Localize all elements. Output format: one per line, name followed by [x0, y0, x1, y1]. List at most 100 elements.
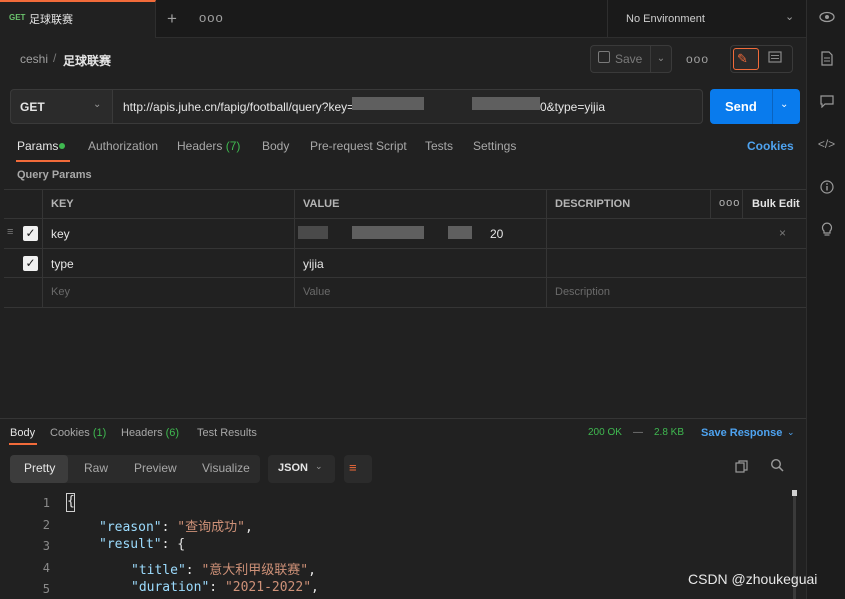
code-line: "result": {: [99, 537, 186, 552]
json-key: "reason": [99, 520, 162, 535]
redacted-block: [352, 226, 424, 239]
line-number: 4: [42, 561, 50, 575]
json-string: "意大利甲级联赛": [201, 563, 309, 578]
view-pretty-label: Pretty: [24, 461, 56, 475]
json-string: "查询成功": [177, 520, 245, 535]
description-input-placeholder[interactable]: Description: [555, 286, 610, 298]
cookies-count: (1): [92, 427, 107, 439]
tab-tests[interactable]: Tests: [425, 139, 453, 153]
code-icon[interactable]: </>: [807, 137, 845, 151]
table-divider: [4, 277, 806, 278]
tab-params[interactable]: Params: [17, 139, 58, 153]
drag-handle-icon[interactable]: ≡: [7, 226, 13, 238]
active-tab-indicator: [16, 160, 70, 162]
headers-count: (7): [225, 139, 241, 153]
param-value[interactable]: 20: [490, 227, 503, 241]
code-line: "duration": "2021-2022",: [131, 580, 319, 595]
tab-settings[interactable]: Settings: [473, 139, 516, 153]
view-visualize-button[interactable]: Visualize: [202, 461, 250, 475]
table-divider: [710, 189, 711, 219]
document-icon[interactable]: [807, 51, 845, 69]
bulb-icon[interactable]: [807, 222, 845, 240]
table-divider: [4, 307, 806, 308]
response-tab-test-results[interactable]: Test Results: [197, 427, 257, 439]
redacted-block: [298, 226, 328, 239]
response-tab-cookies-label: Cookies: [50, 427, 90, 439]
key-input-placeholder[interactable]: Key: [51, 286, 70, 298]
json-string: "2021-2022": [224, 580, 312, 595]
response-tab-body[interactable]: Body: [10, 427, 35, 439]
url-text-suffix: 0&type=yijia: [540, 100, 606, 114]
tab-body[interactable]: Body: [262, 139, 289, 153]
table-divider: [742, 189, 743, 219]
pencil-icon: ✎: [737, 51, 748, 66]
param-value[interactable]: yijia: [303, 257, 324, 271]
column-header-value: VALUE: [303, 198, 340, 210]
active-tab-indicator: [9, 443, 37, 445]
tab-prerequest-script[interactable]: Pre-request Script: [310, 139, 407, 153]
more-icon[interactable]: ooo: [686, 52, 709, 66]
line-number: 5: [42, 582, 50, 596]
response-size: 2.8 KB: [654, 427, 685, 438]
tab-authorization[interactable]: Authorization: [88, 139, 158, 153]
response-tab-headers[interactable]: Headers (6): [121, 427, 179, 439]
chevron-down-icon[interactable]: ⌄: [787, 427, 795, 438]
json-key: "result": [99, 537, 162, 552]
wrap-icon: ≡: [349, 460, 357, 475]
table-divider: [42, 189, 43, 307]
json-key: "title": [131, 563, 186, 578]
tab-title[interactable]: 足球联赛: [29, 11, 73, 27]
response-tab-cookies[interactable]: Cookies (1): [50, 427, 106, 439]
eye-icon[interactable]: [807, 10, 845, 26]
param-checkbox[interactable]: ✓: [23, 226, 38, 241]
chevron-down-icon: ⌄: [93, 99, 102, 110]
save-icon: [598, 51, 610, 63]
tab-method-badge: GET: [9, 13, 26, 22]
value-input-placeholder[interactable]: Value: [303, 286, 330, 298]
url-text-prefix: http://apis.juhe.cn/fapig/football/query…: [123, 100, 355, 114]
column-header-key: KEY: [51, 198, 74, 210]
format-label: JSON: [278, 462, 308, 474]
more-icon[interactable]: ooo: [719, 197, 740, 209]
method-label: GET: [20, 100, 45, 114]
chevron-down-icon: ⌄: [315, 461, 323, 471]
table-divider: [4, 218, 806, 219]
save-options-chevron-icon[interactable]: ⌄: [650, 45, 672, 73]
code-line: {: [67, 494, 75, 509]
table-divider: [294, 189, 295, 307]
param-key[interactable]: type: [51, 257, 74, 271]
params-active-dot: [59, 143, 65, 149]
status-badge: 200 OK: [588, 427, 622, 438]
param-checkbox[interactable]: ✓: [23, 256, 38, 271]
json-key: "duration": [131, 580, 210, 595]
comment-icon[interactable]: [807, 95, 845, 111]
save-response-button[interactable]: Save Response: [701, 427, 782, 439]
info-icon[interactable]: [807, 180, 845, 197]
param-key[interactable]: key: [51, 227, 70, 241]
page-title[interactable]: 足球联赛: [63, 52, 111, 69]
status-separator: —: [633, 427, 643, 438]
copy-icon[interactable]: [735, 460, 748, 476]
send-button-label: Send: [725, 99, 757, 114]
view-raw-button[interactable]: Raw: [84, 461, 108, 475]
redacted-block: [448, 226, 472, 239]
line-number: 1: [42, 496, 50, 510]
code-line: "title": "意大利甲级联赛",: [131, 563, 316, 578]
plus-icon[interactable]: +: [167, 9, 177, 29]
tab-headers-label: Headers: [177, 139, 223, 153]
response-headers-count: (6): [165, 427, 180, 439]
more-icon[interactable]: ooo: [199, 10, 224, 25]
scrollbar-thumb[interactable]: [792, 490, 797, 496]
comment-icon[interactable]: [768, 51, 782, 66]
tab-headers[interactable]: Headers (7): [177, 139, 240, 153]
line-number: 2: [42, 518, 50, 532]
chevron-down-icon[interactable]: ⌄: [780, 99, 788, 110]
breadcrumb-collection[interactable]: ceshi: [20, 52, 48, 66]
bulk-edit-button[interactable]: Bulk Edit: [752, 198, 800, 210]
view-preview-button[interactable]: Preview: [134, 461, 177, 475]
environment-label: No Environment: [626, 13, 705, 25]
close-icon[interactable]: ×: [779, 226, 786, 240]
cookies-link[interactable]: Cookies: [747, 139, 794, 153]
response-tab-headers-label: Headers: [121, 427, 163, 439]
search-icon[interactable]: [770, 458, 784, 475]
